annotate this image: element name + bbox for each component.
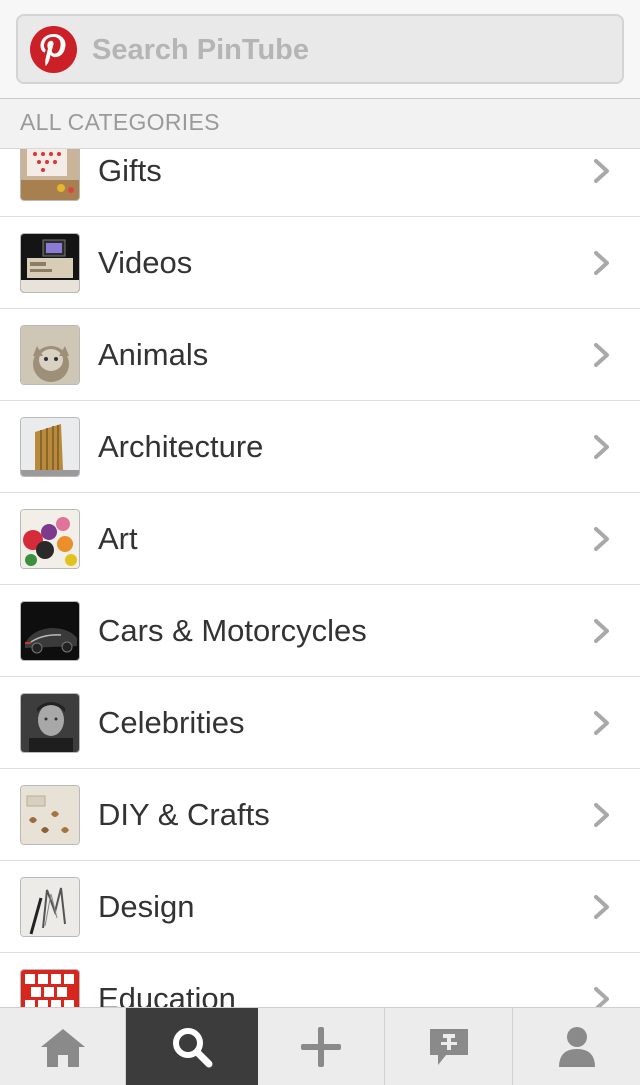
chevron-right-icon (594, 987, 609, 1007)
tab-add[interactable] (258, 1008, 385, 1085)
section-header: ALL CATEGORIES (0, 99, 640, 149)
chevron-right-icon (594, 159, 609, 183)
category-label: Design (98, 889, 195, 924)
category-row-celebrities[interactable]: Celebrities (0, 677, 640, 769)
search-header (0, 0, 640, 99)
category-row-gifts[interactable]: Gifts (0, 149, 640, 217)
category-row-diy-crafts[interactable]: DIY & Crafts (0, 769, 640, 861)
category-label: DIY & Crafts (98, 797, 270, 832)
videos-thumbnail (20, 233, 80, 293)
tab-bar (0, 1007, 640, 1085)
category-row-design[interactable]: Design (0, 861, 640, 953)
category-list[interactable]: Gifts Videos Animals Architecture Art Ca… (0, 149, 640, 1007)
chevron-right-icon (594, 251, 609, 275)
chevron-right-icon (594, 343, 609, 367)
section-header-label: ALL CATEGORIES (20, 109, 220, 135)
design-thumbnail (20, 877, 80, 937)
category-label: Celebrities (98, 705, 245, 740)
profile-icon (558, 1026, 595, 1067)
category-label: Education (98, 981, 236, 1007)
category-row-cars-motorcycles[interactable]: Cars & Motorcycles (0, 585, 640, 677)
category-row-animals[interactable]: Animals (0, 309, 640, 401)
chevron-right-icon (594, 711, 609, 735)
category-label: Cars & Motorcycles (98, 613, 367, 648)
category-label: Architecture (98, 429, 264, 464)
home-icon (40, 1028, 85, 1067)
cars-thumbnail (20, 601, 80, 661)
education-thumbnail (20, 969, 80, 1007)
category-row-architecture[interactable]: Architecture (0, 401, 640, 493)
category-label: Gifts (98, 153, 162, 188)
chevron-right-icon (594, 619, 609, 643)
art-thumbnail (20, 509, 80, 569)
chevron-right-icon (594, 803, 609, 827)
tab-news[interactable] (385, 1008, 513, 1085)
chevron-right-icon (594, 527, 609, 551)
gifts-thumbnail (20, 149, 80, 201)
search-input[interactable] (90, 16, 614, 84)
category-label: Art (98, 521, 138, 556)
news-icon (429, 1028, 468, 1065)
chevron-right-icon (594, 435, 609, 459)
category-label: Animals (98, 337, 209, 372)
chevron-right-icon (594, 895, 609, 919)
category-row-videos[interactable]: Videos (0, 217, 640, 309)
tab-search[interactable] (126, 1008, 258, 1085)
search-box[interactable] (16, 14, 624, 84)
celebrities-thumbnail (20, 693, 80, 753)
plus-icon (301, 1026, 341, 1067)
search-icon (173, 1027, 213, 1067)
category-label: Videos (98, 245, 193, 280)
category-row-education[interactable]: Education (0, 953, 640, 1007)
animals-thumbnail (20, 325, 80, 385)
tab-home[interactable] (0, 1008, 126, 1085)
category-row-art[interactable]: Art (0, 493, 640, 585)
architecture-thumbnail (20, 417, 80, 477)
pinterest-logo-icon (30, 26, 77, 73)
tab-profile[interactable] (513, 1008, 640, 1085)
diy-crafts-thumbnail (20, 785, 80, 845)
